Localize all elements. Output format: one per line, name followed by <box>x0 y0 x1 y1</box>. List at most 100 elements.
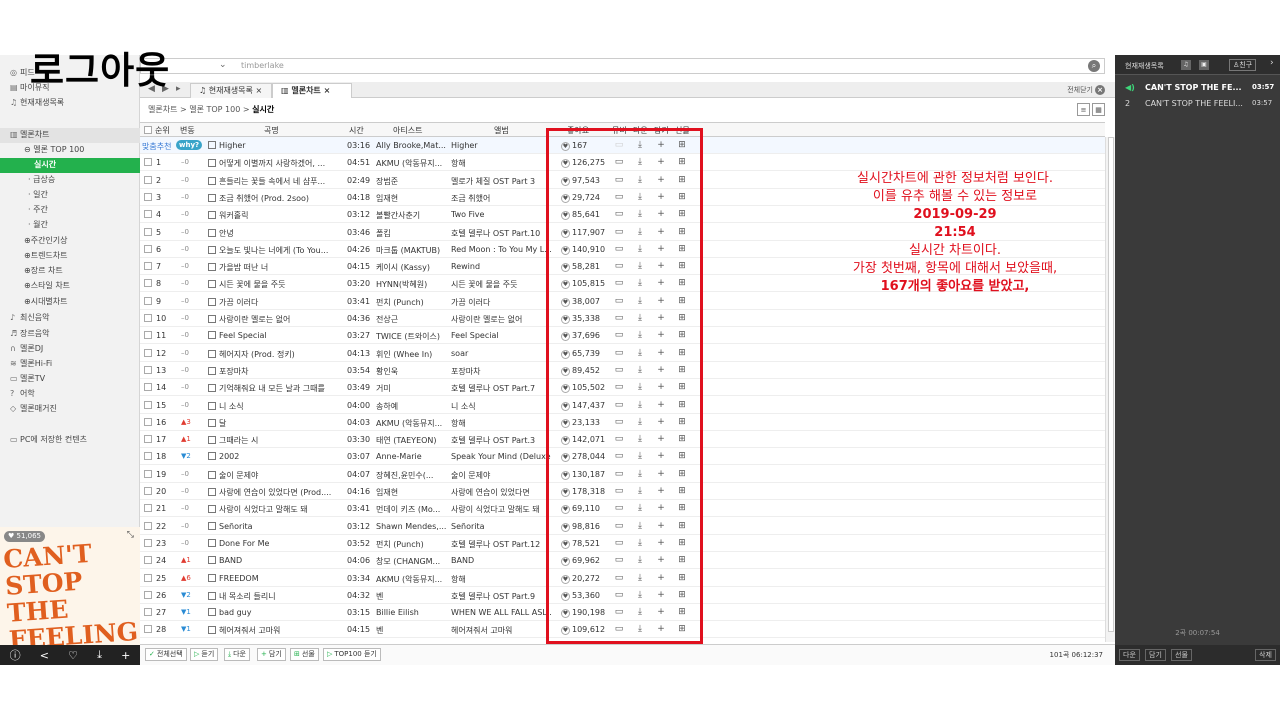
song-album[interactable]: Higher <box>451 141 551 150</box>
playlist-gift-button[interactable]: 선물 <box>1171 649 1192 661</box>
song-album[interactable]: 조금 취했어 <box>451 193 551 204</box>
song-album[interactable]: 술이 문제야 <box>451 470 551 481</box>
info-icon[interactable] <box>208 436 216 445</box>
info-icon[interactable] <box>208 505 216 514</box>
info-icon[interactable] <box>208 366 216 375</box>
info-icon[interactable] <box>208 193 216 202</box>
sidebar-sub-realtime[interactable]: 실시간 <box>0 158 140 173</box>
playlist-add-button[interactable]: 담기 <box>1145 649 1166 661</box>
song-album[interactable]: 가끔 이러다 <box>451 297 551 308</box>
sidebar-sub-daily[interactable]: · 일간 <box>28 188 48 202</box>
row-checkbox[interactable] <box>144 262 152 271</box>
row-checkbox[interactable] <box>144 487 152 495</box>
row-checkbox[interactable] <box>144 227 152 236</box>
sidebar-sub-rising[interactable]: · 급상승 <box>28 173 55 187</box>
song-album[interactable]: 항해 <box>451 418 551 429</box>
grid-view-icon[interactable]: ▦ <box>1092 103 1105 116</box>
row-checkbox[interactable] <box>144 158 152 167</box>
song-artist[interactable]: 폴킴 <box>376 228 448 239</box>
sidebar-item-melonchart[interactable]: ▥ 멜론차트 <box>10 128 49 142</box>
row-checkbox[interactable] <box>144 210 152 219</box>
sidebar-item-tv[interactable]: ▭ 멜론TV <box>10 372 45 386</box>
add-button[interactable]: + 담기 <box>257 648 286 661</box>
song-title[interactable]: 헤어지자 (Prod. 정키) <box>208 349 343 360</box>
row-checkbox[interactable] <box>144 521 152 530</box>
song-artist[interactable]: Shawn Mendes,... <box>376 522 448 531</box>
song-title[interactable]: 2002 <box>208 452 343 461</box>
info-icon[interactable] <box>208 384 216 393</box>
playlist-item[interactable]: 2 CAN'T STOP THE FEELI... 03:57 <box>1115 96 1280 112</box>
sidebar-sub-weekly[interactable]: · 주간 <box>28 203 48 217</box>
song-album[interactable]: 호텔 델루나 OST Part.7 <box>451 383 551 394</box>
row-checkbox[interactable] <box>144 244 152 253</box>
close-all-button[interactable]: 전체닫기 × <box>1067 85 1105 95</box>
row-checkbox[interactable] <box>144 608 152 617</box>
song-artist[interactable]: HYNN(박혜원) <box>376 279 448 290</box>
download-button[interactable]: ⤓ 다운 <box>224 648 250 661</box>
info-icon[interactable] <box>208 452 216 461</box>
song-album[interactable]: 헤어져줘서 고마워 <box>451 625 551 636</box>
song-album[interactable]: 사랑이란 멜로는 없어 <box>451 314 551 325</box>
song-album[interactable]: 포장마차 <box>451 366 551 377</box>
playlist-item[interactable]: ◀) CAN'T STOP THE FE... 03:57 <box>1115 80 1280 96</box>
song-artist[interactable]: 임재현 <box>376 193 448 204</box>
why-badge[interactable]: why? <box>176 140 203 150</box>
song-album[interactable]: 사랑이 식었다고 말해도 돼 <box>451 504 551 515</box>
song-artist[interactable]: 휘인 (Whee In) <box>376 349 448 360</box>
song-title[interactable]: 조금 취했어 (Prod. 2soo) <box>208 193 343 204</box>
info-icon[interactable] <box>208 159 216 168</box>
song-album[interactable]: 니 소식 <box>451 401 551 412</box>
song-album[interactable]: Speak Your Mind (Deluxe) <box>451 452 551 461</box>
song-artist[interactable]: AKMU (악동뮤지... <box>376 418 448 429</box>
col-artist[interactable]: 아티스트 <box>393 125 422 136</box>
row-checkbox[interactable] <box>144 538 152 547</box>
row-checkbox[interactable] <box>144 556 152 565</box>
song-title[interactable]: 기억해줘요 내 모든 날과 그때를 <box>208 383 343 394</box>
song-artist[interactable]: 케이시 (Kassy) <box>376 262 448 273</box>
heart-icon[interactable]: ♡ <box>68 649 78 662</box>
info-icon[interactable] <box>208 331 216 340</box>
song-artist[interactable]: Billie Eilish <box>376 608 448 617</box>
song-album[interactable]: 호텔 델루나 OST Part.9 <box>451 591 551 602</box>
info-icon[interactable] <box>208 608 216 617</box>
row-checkbox[interactable] <box>144 573 152 582</box>
sidebar-item-new[interactable]: ♪ 최신음악 <box>10 311 49 325</box>
music-icon[interactable]: ♫ <box>1181 60 1191 70</box>
sidebar-item-hifi[interactable]: ≋ 멜론Hi-Fi <box>10 357 52 371</box>
sidebar-sub-weekly-award[interactable]: ⊕주간인기상 <box>24 234 68 248</box>
song-artist[interactable]: 마크툽 (MAKTUB) <box>376 245 448 256</box>
song-album[interactable]: BAND <box>451 556 551 565</box>
song-album[interactable]: 항해 <box>451 158 551 169</box>
song-title[interactable]: Higher <box>208 141 343 150</box>
sidebar-item-language[interactable]: ? 어학 <box>10 387 35 401</box>
sidebar-sub-era[interactable]: ⊕시대별차트 <box>24 295 68 309</box>
col-time[interactable]: 시간 <box>349 125 364 136</box>
song-title[interactable]: 사랑이 식었다고 말해도 돼 <box>208 504 343 515</box>
row-checkbox[interactable] <box>144 435 152 444</box>
row-checkbox[interactable] <box>144 365 152 374</box>
info-icon[interactable] <box>208 521 216 530</box>
row-checkbox[interactable] <box>144 400 152 409</box>
song-title[interactable]: 술이 문제야 <box>208 470 343 481</box>
song-artist[interactable]: 거미 <box>376 383 448 394</box>
song-artist[interactable]: AKMU (악동뮤지... <box>376 158 448 169</box>
breadcrumb-path[interactable]: 멜론차트 > 멜론 TOP 100 > <box>148 105 252 114</box>
row-checkbox[interactable] <box>144 348 152 357</box>
info-icon[interactable] <box>208 211 216 220</box>
info-icon[interactable] <box>208 263 216 272</box>
download-icon[interactable]: ⤓ <box>97 648 102 662</box>
row-checkbox[interactable] <box>144 504 152 513</box>
song-artist[interactable]: 송하예 <box>376 401 448 412</box>
friend-button[interactable]: ♙친구 <box>1229 59 1257 71</box>
top100-listen-button[interactable]: ▷ TOP100 듣기 <box>323 648 381 661</box>
song-title[interactable]: 포장마차 <box>208 366 343 377</box>
row-checkbox[interactable] <box>144 469 152 478</box>
playlist-delete-button[interactable]: 삭제 <box>1255 649 1276 661</box>
song-artist[interactable]: 전상근 <box>376 314 448 325</box>
song-artist[interactable]: TWICE (트와이스) <box>376 331 448 342</box>
song-artist[interactable]: 창모 (CHANGM... <box>376 556 448 567</box>
tab-now-playing[interactable]: ♫ 현재재생목록 × <box>190 83 272 98</box>
sidebar-item-genre[interactable]: ♬ 장르음악 <box>10 327 49 341</box>
nav-arrow-icon[interactable]: ▸ <box>176 84 181 94</box>
song-artist[interactable]: 황인욱 <box>376 366 448 377</box>
